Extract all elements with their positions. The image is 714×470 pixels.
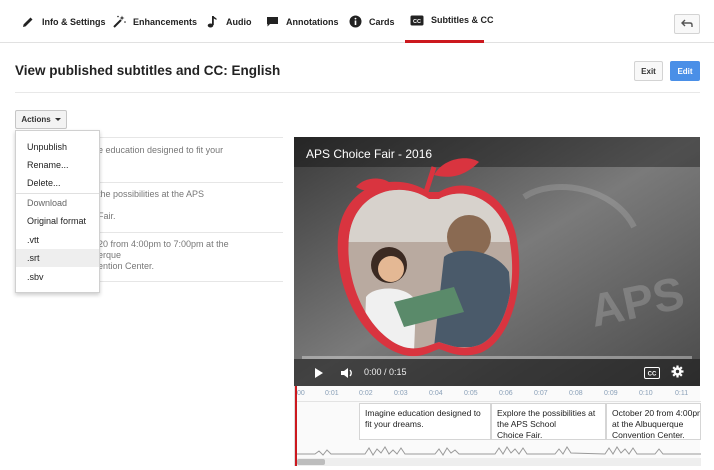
subtitle-text: 20 from 4:00pm to 7:00pm at the xyxy=(98,239,229,249)
caption-block[interactable]: Imagine education designed to fit your d… xyxy=(359,403,491,440)
video-player[interactable]: APS APS Choice Fair - 2016 0:00 / 0:15 C… xyxy=(294,137,700,386)
menu-item-unpublish[interactable]: Unpublish xyxy=(16,138,99,156)
subtitle-text: Fair. xyxy=(98,211,116,221)
tick-label: 0:06 xyxy=(499,390,513,397)
settings-gear-icon[interactable] xyxy=(671,365,684,383)
caption-text: Imagine education designed to xyxy=(365,408,481,418)
tick-label: 0:02 xyxy=(359,390,373,397)
menu-item-sbv[interactable]: .sbv xyxy=(16,268,99,286)
caption-text: the APS School xyxy=(497,419,557,429)
tick-label: 0:09 xyxy=(604,390,618,397)
player-controls: 0:00 / 0:15 CC xyxy=(294,359,700,386)
actions-label: Actions xyxy=(21,115,51,124)
caption-text: Choice Fair. xyxy=(497,430,543,440)
caption-block[interactable]: Explore the possibilities at the APS Sch… xyxy=(491,403,606,440)
actions-dropdown-button[interactable]: Actions xyxy=(15,110,67,129)
audio-waveform xyxy=(295,446,701,456)
tab-annotations[interactable]: Annotations xyxy=(265,0,339,43)
svg-text:CC: CC xyxy=(413,18,421,24)
tick-label: 0:10 xyxy=(639,390,653,397)
music-note-icon xyxy=(205,15,219,29)
tab-cards[interactable]: Cards xyxy=(348,0,395,43)
tick-label: 0:04 xyxy=(429,390,443,397)
menu-item-original-format[interactable]: Original format xyxy=(16,212,99,230)
caption-text: Convention Center. xyxy=(612,430,685,440)
timeline-ruler: 00 0:01 0:02 0:03 0:04 0:05 0:06 0:07 0:… xyxy=(295,386,701,402)
subtitle-text: erque xyxy=(98,250,122,260)
video-title: APS Choice Fair - 2016 xyxy=(306,147,433,161)
tick-label: 00 xyxy=(297,390,305,397)
magic-wand-icon xyxy=(112,15,126,29)
caption-text: Explore the possibilities at xyxy=(497,408,596,418)
top-tab-bar: Info & Settings Enhancements Audio Annot… xyxy=(0,0,714,43)
subtitle-text: e education designed to fit your xyxy=(98,145,224,155)
menu-item-delete[interactable]: Delete... xyxy=(16,174,99,192)
tab-label: Subtitles & CC xyxy=(431,15,494,25)
tab-label: Annotations xyxy=(286,16,339,27)
caption-block[interactable]: October 20 from 4:00pm at the Albuquerqu… xyxy=(606,403,701,440)
tab-info-settings[interactable]: Info & Settings xyxy=(21,0,106,43)
exit-button[interactable]: Exit xyxy=(634,61,663,81)
tab-label: Enhancements xyxy=(133,16,198,27)
subtitle-text: the possibilities at the APS xyxy=(98,189,205,199)
svg-text:CC: CC xyxy=(648,371,657,377)
menu-item-vtt[interactable]: .vtt xyxy=(16,231,99,249)
tick-label: 0:03 xyxy=(394,390,408,397)
header-divider xyxy=(15,92,700,93)
caption-timeline[interactable]: 00 0:01 0:02 0:03 0:04 0:05 0:06 0:07 0:… xyxy=(294,386,701,466)
cc-toggle-icon[interactable]: CC xyxy=(644,366,660,384)
tab-label: Audio xyxy=(226,16,252,27)
caret-down-icon xyxy=(54,118,61,121)
caption-text: October 20 from 4:00pm xyxy=(612,408,701,418)
caption-text: fit your dreams. xyxy=(365,419,424,429)
subtitle-text: ention Center. xyxy=(98,261,155,271)
subtitles-editor-page: Info & Settings Enhancements Audio Annot… xyxy=(0,0,714,470)
tick-label: 0:01 xyxy=(325,390,339,397)
tick-label: 0:11 xyxy=(675,390,689,397)
play-icon[interactable] xyxy=(314,366,324,384)
menu-header-download: Download xyxy=(27,198,68,208)
menu-item-srt[interactable]: .srt xyxy=(16,249,99,267)
tab-enhancements[interactable]: Enhancements xyxy=(112,0,197,43)
back-arrow-icon xyxy=(681,15,693,33)
tick-label: 0:05 xyxy=(464,390,478,397)
pencil-icon xyxy=(21,15,35,29)
scrollbar-thumb[interactable] xyxy=(297,459,325,465)
timeline-scrollbar[interactable] xyxy=(295,458,701,466)
info-icon xyxy=(348,15,362,29)
actions-menu: Unpublish Rename... Delete... Download O… xyxy=(15,130,100,293)
tick-label: 0:08 xyxy=(569,390,583,397)
tab-audio[interactable]: Audio xyxy=(205,0,252,43)
volume-icon[interactable] xyxy=(340,366,354,384)
menu-item-rename[interactable]: Rename... xyxy=(16,156,99,174)
video-frame: APS xyxy=(294,137,700,386)
speech-bubble-icon xyxy=(265,15,279,29)
tab-subtitles-cc[interactable]: CC Subtitles & CC xyxy=(405,0,494,43)
time-display: 0:00 / 0:15 xyxy=(364,367,407,377)
back-button[interactable] xyxy=(674,14,700,34)
tab-label: Cards xyxy=(369,16,395,27)
tab-label: Info & Settings xyxy=(42,16,106,27)
playhead[interactable] xyxy=(295,386,297,466)
edit-button[interactable]: Edit xyxy=(670,61,700,81)
caption-text: at the Albuquerque xyxy=(612,419,684,429)
cc-icon: CC xyxy=(410,13,424,27)
page-title: View published subtitles and CC: English xyxy=(15,63,281,78)
tick-label: 0:07 xyxy=(534,390,548,397)
